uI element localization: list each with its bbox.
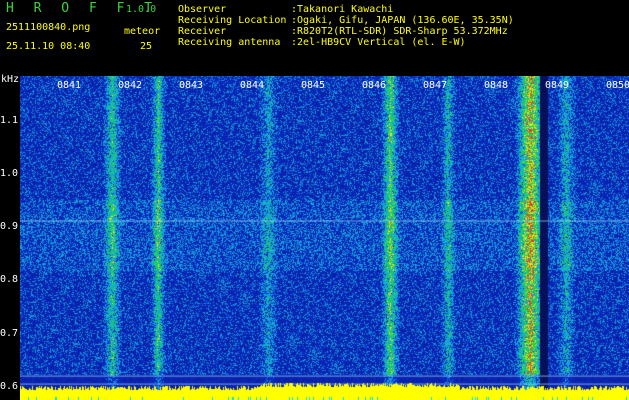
x-tick-label: 0848 (484, 80, 509, 91)
info-key-location: Receiving Location (178, 15, 287, 26)
info-value-location: Ogaki, Gifu, JAPAN (136.60E, 35.35N) (297, 15, 514, 26)
y-tick-label: 1.0 (0, 168, 19, 180)
y-tick-label: 0.8 (0, 274, 19, 286)
x-tick-label: 0845 (301, 80, 326, 91)
y-axis-label: kHz (1, 74, 20, 85)
file-name: 2511100840.png (6, 22, 91, 33)
y-tick-label: 0.6 (0, 380, 19, 392)
header-panel: H R O F F T 1.0.0 2511100840.png 25.11.1… (0, 0, 629, 74)
meteor-count-value: 25 (140, 41, 153, 52)
y-tick-label: 0.7 (0, 327, 19, 339)
info-value-antenna: 2el-HB9CV Vertical (el. E-W) (297, 37, 466, 48)
date-time: 25.11.10 08:40 (6, 41, 91, 52)
info-key-observer: Observer (178, 4, 227, 15)
x-tick-label: 0842 (118, 80, 143, 91)
info-value-receiver: R820T2(RTL-SDR) SDR-Sharp 53.372MHz (297, 26, 508, 37)
x-tick-label: 0850 (606, 80, 629, 91)
meteor-count-label: meteor (124, 26, 161, 37)
info-key-receiver: Receiver (178, 26, 227, 37)
x-tick-label: 0847 (423, 80, 448, 91)
info-key-antenna: Receiving antenna (178, 37, 281, 48)
app-version: 1.0.0 (126, 4, 157, 15)
x-tick-label: 0849 (545, 80, 570, 91)
x-tick-label: 0844 (240, 80, 265, 91)
y-tick-label: 1.1 (0, 115, 19, 127)
y-tick-label: 0.9 (0, 221, 19, 233)
x-tick-label: 0841 (57, 80, 82, 91)
info-value-observer: Takanori Kawachi (297, 4, 394, 15)
x-tick-label: 0846 (362, 80, 387, 91)
spectrogram-heatmap (20, 76, 629, 400)
x-tick-label: 0843 (179, 80, 204, 91)
